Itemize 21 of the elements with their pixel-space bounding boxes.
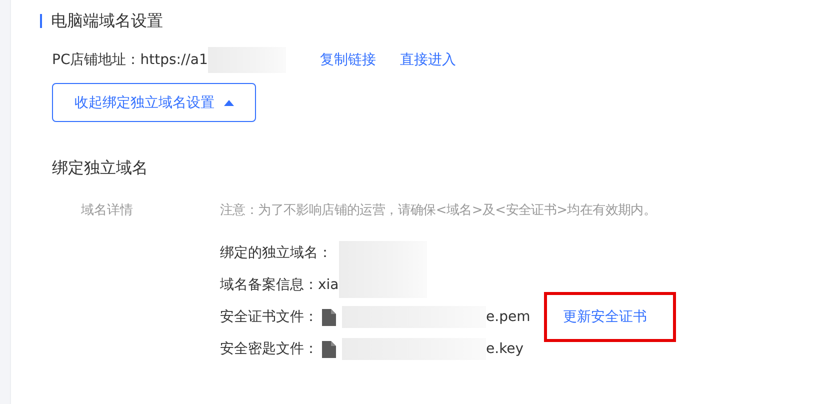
accent-bar: [40, 14, 42, 28]
text-link[interactable]: 直接进入: [400, 51, 456, 69]
field-label: 安全密匙文件：: [220, 340, 318, 358]
file-name: e.key: [486, 341, 524, 357]
field-value: xia: [318, 277, 339, 293]
field-label: 绑定的独立域名：: [220, 244, 332, 262]
file-icon: [322, 340, 336, 358]
file-icon: [322, 308, 336, 326]
field-label: 安全证书文件：: [220, 308, 318, 326]
file-name: e.pem: [486, 309, 530, 325]
collapse-button[interactable]: 收起绑定独立域名设置: [52, 83, 256, 122]
caret-icon: [224, 99, 234, 106]
field-label: 域名详情: [80, 202, 134, 220]
subsection-title: 绑定独立域名: [52, 158, 149, 179]
address-value: https://a1: [140, 52, 208, 68]
section-title: 电脑端域名设置: [51, 10, 163, 32]
text-link[interactable]: 复制链接: [320, 51, 376, 69]
address-label: PC店铺地址：: [52, 51, 140, 69]
update-certificate-link[interactable]: 更新安全证书: [563, 309, 648, 325]
notice-text: 注意：为了不影响店铺的运营，请确保<域名>及<安全证书>均在有效期内。: [220, 202, 658, 219]
field-label: 域名备案信息：: [220, 276, 318, 294]
